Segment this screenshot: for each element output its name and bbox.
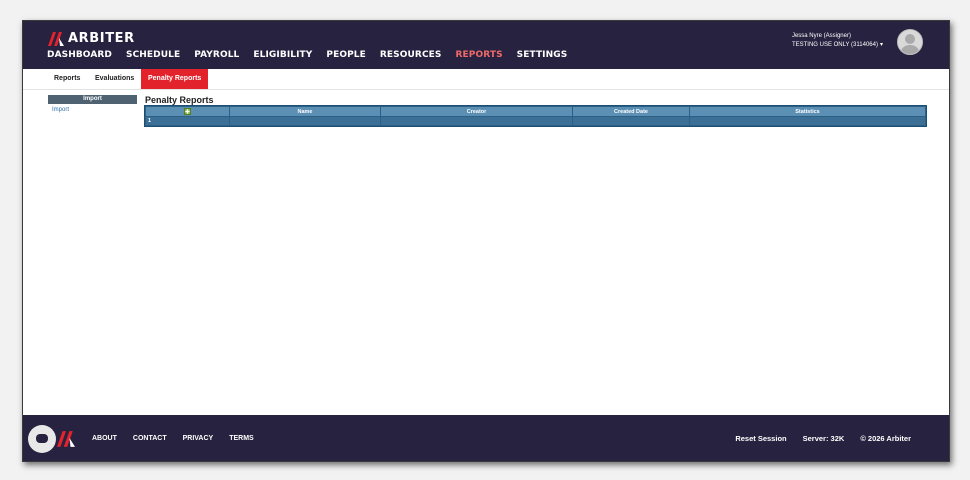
brand-name: ARBITER	[68, 31, 135, 46]
tab-reports[interactable]: Reports	[47, 69, 87, 89]
reset-session-link[interactable]: Reset Session	[735, 434, 786, 443]
avatar-silhouette	[901, 34, 919, 54]
copyright-label: © 2026 Arbiter	[860, 434, 911, 443]
page-footer: ABOUT CONTACT PRIVACY TERMS Reset Sessio…	[23, 415, 949, 461]
footer-arbiter-logo-icon[interactable]	[57, 431, 75, 447]
sidebar-header: Import	[48, 95, 137, 104]
table-row: 1	[145, 116, 926, 126]
reports-table: Name Creator Created Date Statistics 1	[145, 106, 926, 126]
page-title: Penalty Reports	[145, 95, 214, 105]
column-created-date[interactable]: Created Date	[572, 106, 690, 117]
app-window: ARBITER DASHBOARD SCHEDULE PAYROLL ELIGI…	[22, 20, 950, 462]
user-name: Jessa Nyre (Assigner)	[791, 33, 851, 39]
chat-bubble-shape	[36, 434, 48, 443]
caret-down-icon: ▾	[879, 42, 883, 48]
row-number: 1	[145, 116, 230, 126]
user-menu[interactable]: Jessa Nyre (Assigner) TESTING USE ONLY (…	[792, 32, 883, 50]
footer-about-link[interactable]: ABOUT	[92, 435, 117, 442]
column-statistics[interactable]: Statistics	[689, 106, 926, 117]
top-header: ARBITER DASHBOARD SCHEDULE PAYROLL ELIGI…	[23, 21, 949, 69]
nav-payroll[interactable]: PAYROLL	[194, 50, 239, 60]
nav-people[interactable]: PEOPLE	[326, 50, 365, 60]
arbiter-logo-icon	[48, 31, 64, 46]
nav-schedule[interactable]: SCHEDULE	[126, 50, 180, 60]
main-nav: DASHBOARD SCHEDULE PAYROLL ELIGIBILITY P…	[47, 50, 581, 60]
table-header-row: Name Creator Created Date Statistics	[145, 106, 926, 117]
brand-logo[interactable]: ARBITER	[48, 31, 135, 46]
column-name[interactable]: Name	[229, 106, 381, 117]
reports-subnav: Reports Evaluations Penalty Reports	[23, 69, 949, 90]
server-label: Server: 32K	[802, 434, 845, 443]
footer-privacy-link[interactable]: PRIVACY	[183, 435, 214, 442]
nav-eligibility[interactable]: ELIGIBILITY	[253, 50, 312, 60]
column-creator[interactable]: Creator	[380, 106, 573, 117]
nav-dashboard[interactable]: DASHBOARD	[47, 50, 112, 60]
add-report-icon[interactable]	[184, 108, 191, 115]
tab-evaluations[interactable]: Evaluations	[88, 69, 141, 89]
row-statistics	[689, 116, 926, 126]
sidebar-import-link[interactable]: Import	[52, 107, 69, 113]
footer-links: ABOUT CONTACT PRIVACY TERMS	[92, 435, 270, 442]
nav-resources[interactable]: RESOURCES	[380, 50, 442, 60]
footer-right: Reset Session Server: 32K © 2026 Arbiter	[719, 434, 911, 443]
tab-penalty-reports[interactable]: Penalty Reports	[141, 69, 209, 89]
row-creator	[380, 116, 573, 126]
add-column-header[interactable]	[145, 106, 230, 117]
user-account: TESTING USE ONLY (3114064) ▾	[792, 41, 883, 50]
nav-reports[interactable]: REPORTS	[455, 50, 502, 60]
row-created-date	[572, 116, 690, 126]
user-avatar-icon[interactable]	[897, 29, 923, 55]
row-name	[229, 116, 381, 126]
penalty-reports-grid: Name Creator Created Date Statistics 1	[144, 105, 927, 127]
account-label: TESTING USE ONLY (3114064)	[791, 42, 878, 48]
footer-terms-link[interactable]: TERMS	[229, 435, 254, 442]
chat-icon[interactable]	[28, 425, 56, 453]
nav-settings[interactable]: SETTINGS	[517, 50, 568, 60]
footer-contact-link[interactable]: CONTACT	[133, 435, 167, 442]
